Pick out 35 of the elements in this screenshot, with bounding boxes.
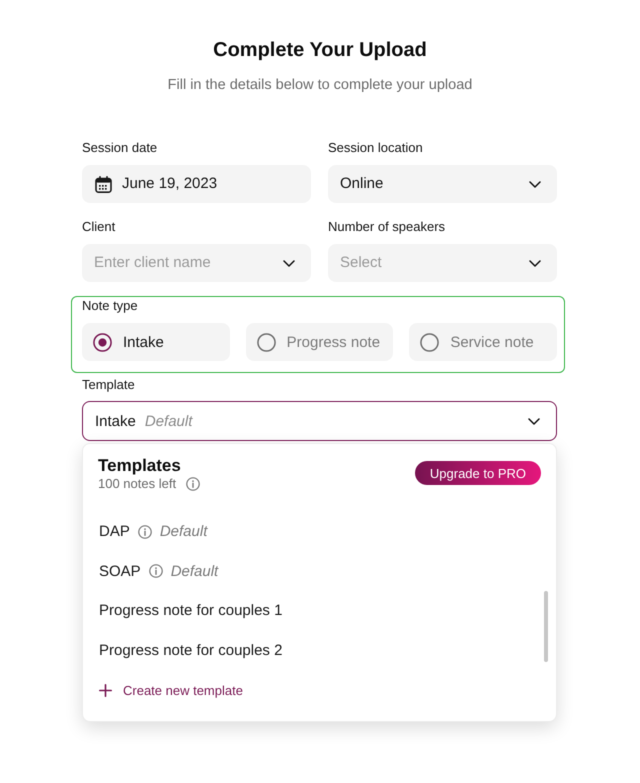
page-subtitle: Fill in the details below to complete your upload [168, 76, 472, 95]
select-field[interactable]: Online [328, 165, 557, 203]
menu-title: Templates [98, 456, 181, 476]
radio-option[interactable]: Service note [409, 323, 557, 361]
info-icon [148, 564, 163, 578]
field-label: Session location [328, 140, 423, 156]
menu-item[interactable]: SOAP Default [83, 552, 556, 591]
radio-option[interactable]: Intake [82, 323, 230, 361]
radio-icon[interactable] [256, 332, 276, 352]
field-label: Template [82, 377, 135, 393]
page-title: Complete Your Upload [213, 38, 427, 62]
chevron-down-icon [529, 260, 541, 266]
radio-icon[interactable] [420, 332, 440, 352]
scrollbar-thumb[interactable] [544, 591, 548, 662]
calendar-icon [95, 176, 112, 192]
field-label: Session date [82, 140, 158, 156]
plus-icon [99, 684, 112, 696]
radio-option[interactable]: Progress note [246, 323, 394, 361]
info-icon [138, 524, 152, 539]
template-select[interactable]: Intake Default [82, 401, 557, 441]
info-icon [186, 477, 200, 491]
notes-left-text: 100 notes left [98, 476, 176, 492]
field-label: Client [82, 219, 116, 235]
field-label: Note type [82, 298, 138, 314]
field-label: Number of speakers [328, 219, 446, 235]
upgrade-button[interactable]: Upgrade to PRO [414, 461, 541, 485]
menu-item[interactable]: Progress note for couples 2 [83, 630, 556, 670]
chevron-down-icon [529, 180, 541, 188]
date-field[interactable]: June 19, 2023 [82, 165, 311, 203]
chevron-down-icon [283, 260, 295, 266]
radio-icon[interactable] [93, 332, 112, 352]
menu-item[interactable]: DAP Default [83, 512, 556, 552]
chevron-down-icon [528, 418, 540, 424]
create-template-button[interactable]: Create new template [99, 670, 243, 710]
menu-item[interactable]: Progress note for couples 1 [83, 591, 556, 630]
